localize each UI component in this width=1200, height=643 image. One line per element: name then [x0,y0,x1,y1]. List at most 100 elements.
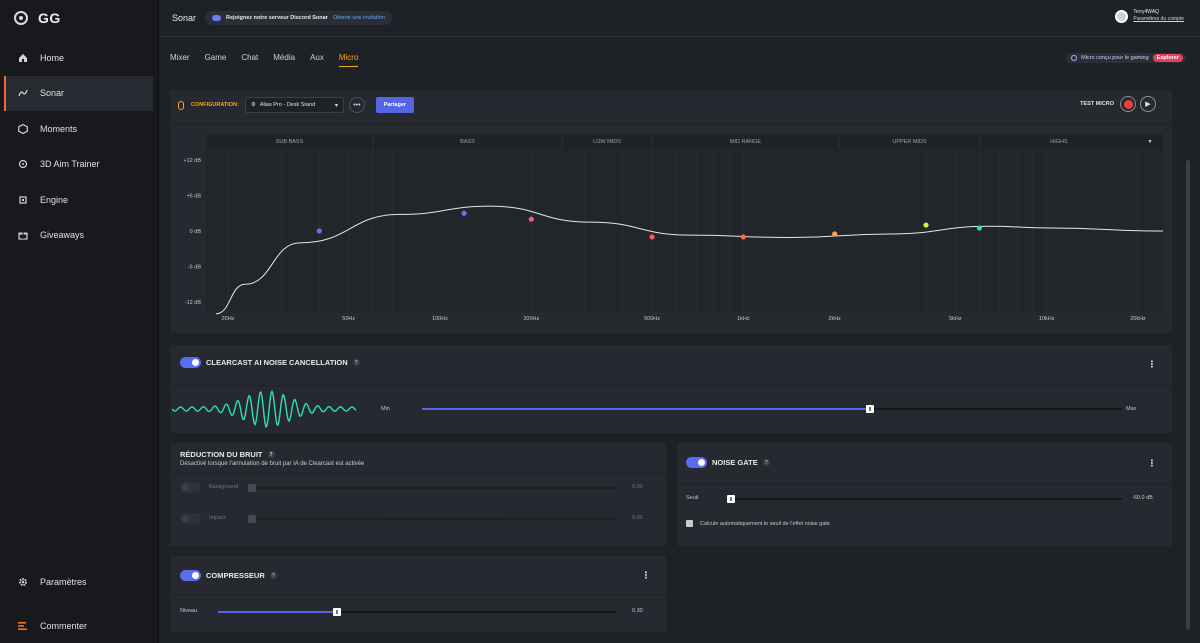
logo[interactable]: GG [14,10,61,26]
eq-x-tick-label: 200Hz [523,316,539,322]
tab-media[interactable]: Média [273,53,295,67]
eq-x-tick-label: 2kHz [828,316,841,322]
eq-y-tick-label: +6 dB [186,194,201,200]
sidebar-item-label: Engine [40,194,69,205]
eq-band-label: HIGHS [1050,139,1068,145]
promo-text: Micro conçu pour le gaming [1081,55,1149,61]
equalizer-panel: CONFIGURATION: ⚙ Alias Pro - Desk Stand … [170,90,1172,333]
threshold-label: Seuil [686,495,699,501]
background-toggle[interactable] [180,482,201,493]
feedback-icon [18,621,28,631]
discord-banner[interactable]: Rejoignez notre serveur Discord Sonar Ob… [205,11,392,25]
sidebar-item-sonar[interactable]: Sonar [4,75,153,111]
eq-y-tick-label: -12 dB [185,300,202,306]
eq-band-dropdown-icon: ▾ [1148,138,1151,145]
clearcast-min-label: Min [381,406,390,412]
slider-fill [218,611,338,613]
account-name: Terry4WAQ [1133,9,1160,15]
gift-icon [18,230,28,240]
voice-waveform [172,389,357,429]
compressor-title: COMPRESSEUR [206,571,265,580]
sidebar-bottom: Paramètres [4,564,153,600]
eq-band-point[interactable] [923,222,929,228]
sidebar-item-settings[interactable]: Paramètres [4,564,153,600]
sonar-icon [18,88,28,98]
sidebar-item-giveaways[interactable]: Giveaways [4,218,153,254]
eq-band-point[interactable] [316,228,322,234]
discord-text: Rejoignez notre serveur Discord Sonar [226,15,328,21]
divider [677,483,1172,484]
noise-gate-toggle[interactable] [686,457,707,468]
sidebar-item-label: Moments [40,123,78,134]
clearcast-menu-button[interactable]: ⋮ [1144,356,1160,372]
tab-aux[interactable]: Aux [310,53,324,67]
account-menu[interactable]: Terry4WAQ Paramètres du compte [1115,9,1184,23]
compressor-level-slider[interactable] [218,608,616,616]
sidebar-item-label: 3D Aim Trainer [40,159,100,170]
eq-y-tick-label: -6 dB [188,265,201,271]
slider-thumb[interactable] [248,515,256,523]
sidebar-nav: Home Sonar Moments 3D Aim Trainer Engine [4,40,153,253]
home-icon [18,53,28,63]
promo-explore-button[interactable]: Explorer [1152,54,1183,62]
sidebar-item-engine[interactable]: Engine [4,182,153,218]
slider-thumb[interactable] [866,405,874,413]
compressor-menu-button[interactable]: ⋮ [638,567,654,583]
sidebar-item-feedback[interactable]: Commenter [4,608,153,643]
promo-banner[interactable]: Micro conçu pour le gaming Explorer [1066,53,1186,63]
eq-band-label: MID RANGE [730,139,762,145]
scrollbar[interactable] [1186,160,1190,630]
eq-band-point[interactable] [461,210,467,216]
sidebar-item-label: Sonar [40,88,65,99]
sidebar-item-label: Paramètres [40,576,87,587]
eq-band-point[interactable] [649,234,655,240]
tab-micro[interactable]: Micro [338,53,359,67]
sidebar-item-moments[interactable]: Moments [4,111,153,147]
background-slider[interactable] [248,484,616,492]
discord-invite-link[interactable]: Obtenir une invitation [333,15,385,21]
auto-threshold-checkbox[interactable] [686,520,693,527]
impact-slider[interactable] [248,515,616,523]
compressor-toggle[interactable] [180,570,201,581]
help-icon[interactable]: ? [267,451,275,458]
impact-toggle[interactable] [180,513,201,524]
noise-reduction-header: RÉDUCTION DU BRUIT ? [180,450,275,459]
sidebar-item-label: Giveaways [40,230,85,241]
noise-gate-menu-button[interactable]: ⋮ [1144,455,1160,471]
tab-chat[interactable]: Chat [241,53,258,67]
tab-mixer[interactable]: Mixer [170,53,190,67]
slider-fill [422,408,870,410]
page-title: Sonar [172,13,197,23]
slider-thumb[interactable] [333,608,342,616]
divider [170,473,666,474]
eq-band-point[interactable] [976,225,982,231]
eq-x-tick-label: 20kHz [1130,316,1146,322]
tab-game[interactable]: Game [205,53,227,67]
discord-icon [212,15,222,21]
clearcast-toggle[interactable] [180,357,201,368]
logo-text: GG [38,10,61,26]
clearcast-slider[interactable] [422,405,1122,413]
help-icon[interactable]: ? [762,459,770,466]
sidebar-item-aim-trainer[interactable]: 3D Aim Trainer [4,147,153,183]
eq-graph[interactable]: SUB BASS BASS LOW MIDS MID RANGE UPPER MIDS H… [170,90,1172,333]
threshold-value: -60.0 dB [1132,495,1153,501]
eq-x-tick-label: 50Hz [342,316,355,322]
eq-band-label: SUB BASS [276,139,304,145]
sidebar-item-home[interactable]: Home [4,40,153,76]
tab-bar: Mixer Game Chat Média Aux Micro [170,53,373,67]
moments-icon [18,123,28,134]
eq-band-point[interactable] [528,216,534,222]
impact-value: 0.00 [632,515,643,521]
level-label: Niveau [180,608,198,614]
account-settings-link[interactable]: Paramètres du compte [1133,16,1184,23]
eq-band-point[interactable] [832,231,838,237]
slider-thumb[interactable] [727,495,735,503]
help-icon[interactable]: ? [269,572,277,579]
eq-band-point[interactable] [740,234,746,240]
slider-thumb[interactable] [248,484,256,492]
help-icon[interactable]: ? [352,359,360,366]
threshold-slider[interactable] [727,495,1122,503]
avatar[interactable] [1115,9,1129,23]
eq-x-tick-label: 10kHz [1039,316,1055,322]
